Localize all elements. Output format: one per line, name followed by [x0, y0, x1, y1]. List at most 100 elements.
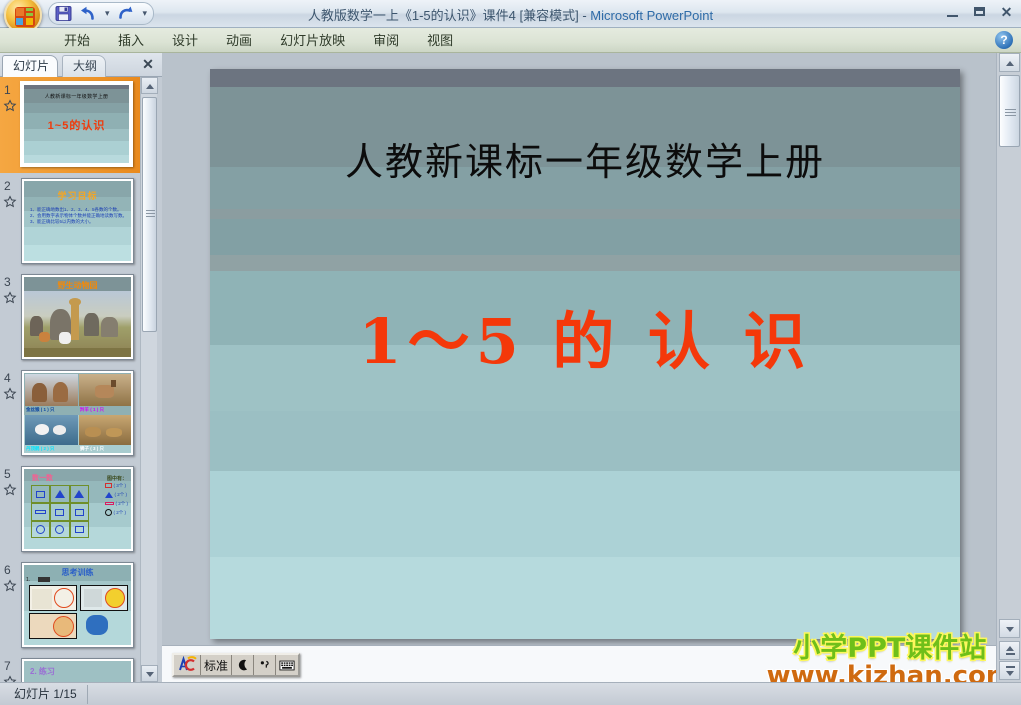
- thumbnail-slide-4[interactable]: 4 金丝猴 ( 1 ) 只 羚羊 (1) 只 丹顶鹤 (2) 只 狮子 …: [0, 365, 140, 461]
- tab-slides[interactable]: 幻灯片: [2, 55, 59, 77]
- window-controls: ✕: [942, 3, 1017, 22]
- thumbnail-slide-7[interactable]: 7 2. 练习: [0, 653, 140, 682]
- thumbnail-title: 学习目标: [57, 191, 98, 201]
- thumbnail-label: 狮子 ( 3 ) 只: [80, 446, 105, 451]
- thumbnail-scroll-down-button[interactable]: [141, 665, 158, 682]
- slide-band: [210, 411, 960, 471]
- animation-star-icon: [3, 195, 17, 208]
- animation-star-icon: [3, 99, 17, 112]
- ribbon-tab-strip: 开始 插入 设计 动画 幻灯片放映 审阅 视图 ?: [0, 28, 1021, 53]
- scroll-up-button[interactable]: [999, 53, 1020, 72]
- legend-value: ( 2个 ): [113, 510, 126, 515]
- tab-review[interactable]: 审阅: [359, 28, 413, 53]
- slide-band: [210, 557, 960, 639]
- ime-mode-button[interactable]: 标准: [201, 655, 233, 675]
- thumbnail-slide-6[interactable]: 6 思考训练 1.: [0, 557, 140, 653]
- window-title-document: 人教版数学一上《1-5的认识》课件4 [兼容模式] -: [307, 8, 591, 23]
- current-slide[interactable]: 人教新课标一年级数学上册 1～5 的 认 识: [210, 69, 960, 639]
- close-panel-icon[interactable]: ✕: [140, 57, 156, 73]
- scroll-down-button[interactable]: [999, 619, 1020, 638]
- help-icon[interactable]: ?: [995, 31, 1013, 49]
- keyboard-icon: [279, 660, 295, 670]
- ime-shape-button[interactable]: [232, 655, 255, 675]
- monkey-photo: [25, 374, 78, 406]
- close-icon: ✕: [1000, 4, 1013, 20]
- punctuation-icon: [260, 660, 269, 668]
- thumbnail-title: 野生动物园: [57, 281, 98, 290]
- thumbnail-frame: 野生动物园: [21, 274, 134, 360]
- animation-star-icon: [3, 483, 17, 496]
- thumbnail-slide-2[interactable]: 2 学习目标 1、能正确地数出1、2、3、4、5各数的个数。 2、会用数字表示物…: [0, 173, 140, 269]
- thumbnail-label: 金丝猴 ( 1 ) 只: [26, 407, 55, 412]
- shape-legend: ( 3个 ) ( 2个 ) ( 2个 ) ( 2个 ): [105, 481, 128, 517]
- animation-star-icon: [3, 291, 17, 304]
- ime-toolbar: 标准: [172, 653, 301, 677]
- slides-panel: 幻灯片 大纲 ✕ 1 人教新课标一年级数学上册 1~5的认识 2 学习目标 1、…: [0, 53, 162, 682]
- legend-value: ( 3个 ): [113, 483, 126, 488]
- ime-logo-button[interactable]: [174, 655, 201, 675]
- thumbnail-number: 6: [4, 563, 11, 577]
- thumbnail-frame: 数一数 图中有： (3个) (2个) (2个) (2个): [21, 466, 134, 552]
- tab-slideshow[interactable]: 幻灯片放映: [266, 28, 359, 53]
- tab-design[interactable]: 设计: [158, 28, 212, 53]
- thumbnail-frame: 2. 练习: [21, 658, 134, 682]
- ime-keyboard-button[interactable]: [276, 655, 299, 675]
- thumbnail-title: 数一数: [32, 475, 53, 482]
- ime-punctuation-button[interactable]: [254, 655, 277, 675]
- thumbnail-slide-5[interactable]: 5 数一数 图中有： (3个) (2个) (2个) (2个): [0, 461, 140, 557]
- slide-scrollbar-thumb[interactable]: [999, 75, 1020, 147]
- window-title-app: Microsoft PowerPoint: [590, 8, 714, 23]
- slide-stage: 人教新课标一年级数学上册 1～5 的 认 识: [162, 53, 996, 682]
- exercise-panel: [80, 585, 128, 611]
- legend-value: ( 2个 ): [114, 492, 127, 497]
- thumbnail-number: 2: [4, 179, 11, 193]
- next-slide-button[interactable]: [999, 661, 1020, 680]
- thumbnail-number: 5: [4, 467, 11, 481]
- restore-button[interactable]: [969, 3, 990, 22]
- slide-title-text[interactable]: 人教新课标一年级数学上册: [210, 131, 960, 186]
- lion-photo: [79, 415, 131, 445]
- thumbnail-slide-bg: 数一数 图中有： (3个) (2个) (2个) (2个): [24, 469, 131, 549]
- thumbnail-frame: 思考训练 1.: [21, 562, 134, 648]
- slide-main-text[interactable]: 1～5 的 认 识: [210, 291, 960, 381]
- tab-outline[interactable]: 大纲: [62, 55, 107, 77]
- thumbnail-number: 7: [4, 659, 11, 673]
- exercise-panel: [29, 585, 77, 611]
- crane-photo: [25, 415, 78, 445]
- slide-band: [210, 69, 960, 87]
- scrollbar-grip-icon: [1005, 109, 1016, 118]
- notes-pane[interactable]: 标准: [162, 645, 996, 682]
- thumbnail-slide-3[interactable]: 3 野生动物园: [0, 269, 140, 365]
- previous-slide-button[interactable]: [999, 641, 1020, 660]
- shape-count-grid: [31, 485, 89, 538]
- tab-insert[interactable]: 插入: [104, 28, 158, 53]
- thumbnail-main-text: 1~5的认识: [47, 120, 106, 132]
- slide-scrollbar[interactable]: [996, 53, 1021, 682]
- slide-band: [210, 255, 960, 271]
- thumbnail-scroll-up-button[interactable]: [141, 77, 158, 94]
- thumbnail-slide-1[interactable]: 1 人教新课标一年级数学上册 1~5的认识: [0, 77, 140, 173]
- thumbnail-label: 羚羊 ( 1 ) 只: [80, 407, 105, 412]
- thumbnail-frame: 金丝猴 ( 1 ) 只 羚羊 ( 1 ) 只 丹顶鹤 ( 2 ) 只 狮子 ( …: [21, 370, 134, 456]
- thumbnail-list[interactable]: 1 人教新课标一年级数学上册 1~5的认识 2 学习目标 1、能正确地数出1、2…: [0, 77, 140, 682]
- thumbnail-slide-bg: 学习目标 1、能正确地数出1、2、3、4、5各数的个数。 2、会用数字表示物体个…: [24, 181, 131, 261]
- slide-counter: 幻灯片 1/15: [4, 685, 88, 704]
- powerpoint-window: ▾ ▾ 人教版数学一上《1-5的认识》课件4 [兼容模式] - Microsof…: [0, 0, 1021, 705]
- minimize-button[interactable]: [942, 3, 963, 22]
- slide-band: [210, 471, 960, 557]
- thumbnail-scrollbar-thumb[interactable]: [142, 97, 157, 332]
- close-button[interactable]: ✕: [996, 3, 1017, 22]
- animation-star-icon: [3, 579, 17, 592]
- tab-animations[interactable]: 动画: [212, 28, 266, 53]
- slide-band: [210, 219, 960, 255]
- legend-value: ( 2个 ): [115, 501, 128, 506]
- window-title: 人教版数学一上《1-5的认识》课件4 [兼容模式] - Microsoft Po…: [0, 5, 1021, 24]
- tab-home[interactable]: 开始: [50, 28, 104, 53]
- tab-view[interactable]: 视图: [413, 28, 467, 53]
- thumbnail-label: 丹顶鹤 ( 2 ) 只: [26, 446, 55, 451]
- thumbnail-frame: 人教新课标一年级数学上册 1~5的认识: [20, 81, 133, 167]
- thumbnail-slide-bg: 野生动物园: [24, 277, 131, 357]
- thumbnail-frame: 学习目标 1、能正确地数出1、2、3、4、5各数的个数。 2、会用数字表示物体个…: [21, 178, 134, 264]
- animation-star-icon: [3, 675, 17, 682]
- thumbnail-scrollbar[interactable]: [140, 77, 158, 682]
